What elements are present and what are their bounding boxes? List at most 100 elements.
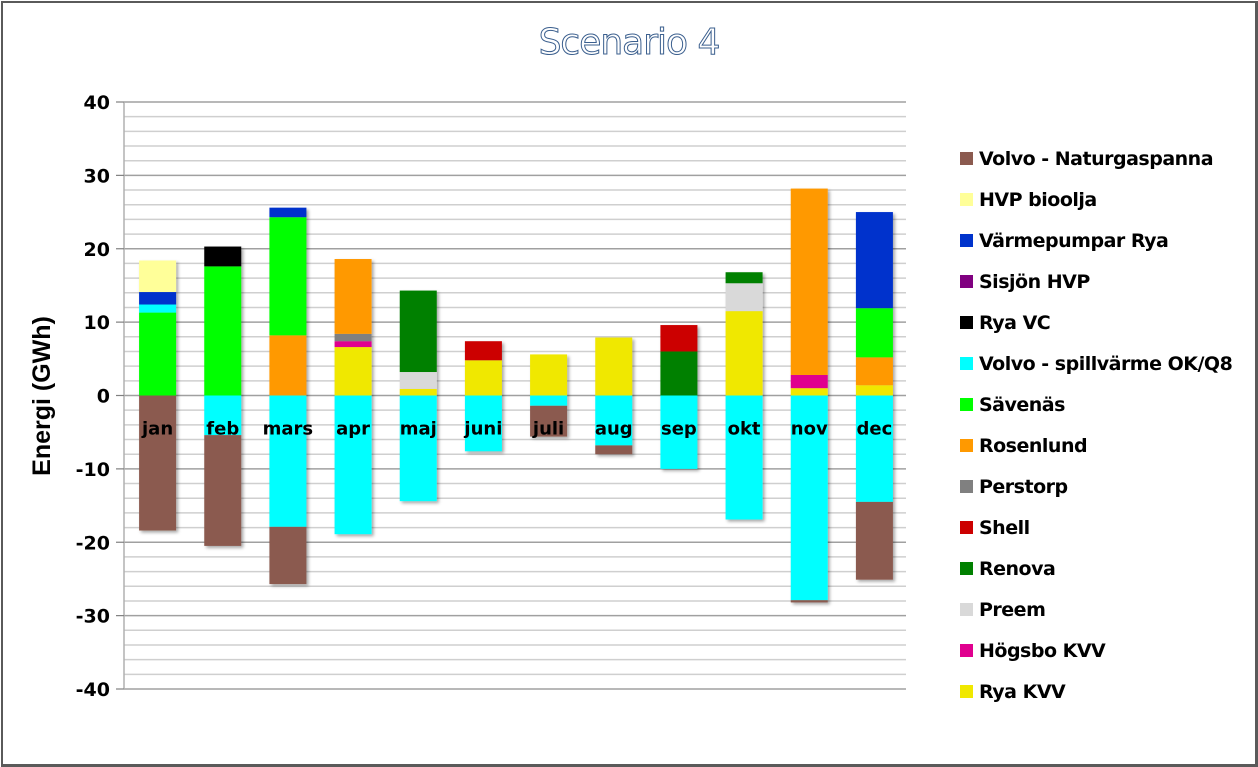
bar-segment bbox=[399, 372, 437, 389]
legend-item: Volvo - spillvärme OK/Q8 bbox=[960, 343, 1233, 384]
y-tick-label: -10 bbox=[76, 459, 110, 481]
x-category-label: sep bbox=[661, 418, 697, 439]
bar-segment bbox=[855, 308, 893, 358]
bar-segment bbox=[139, 312, 177, 396]
bar-group-nov bbox=[790, 188, 828, 603]
bar-segment bbox=[204, 435, 242, 546]
x-category-label: dec bbox=[857, 418, 893, 439]
bar-segment bbox=[595, 445, 633, 455]
legend-label: Rosenlund bbox=[979, 434, 1088, 457]
bar-segment bbox=[139, 395, 177, 531]
legend-label: Högsbo KVV bbox=[979, 639, 1106, 662]
bar-segment bbox=[595, 337, 633, 396]
x-category-label: nov bbox=[791, 418, 828, 439]
legend-item: Rosenlund bbox=[960, 425, 1232, 466]
x-category-label: feb bbox=[206, 418, 239, 439]
legend-swatch bbox=[960, 193, 973, 206]
bar-group-maj bbox=[399, 290, 437, 502]
legend-label: Rya VC bbox=[979, 311, 1051, 334]
legend-label: Renova bbox=[979, 557, 1056, 580]
gridlines bbox=[124, 101, 906, 690]
x-category-label: mars bbox=[263, 418, 314, 439]
legend-swatch bbox=[960, 357, 973, 370]
bar-segment bbox=[790, 374, 828, 389]
legend-item: Högsbo KVV bbox=[960, 630, 1232, 671]
bar-segment bbox=[399, 290, 437, 373]
bar-group-dec bbox=[855, 212, 893, 580]
legend-item: Preem bbox=[960, 589, 1232, 630]
x-category-label: maj bbox=[400, 418, 437, 439]
bar-segment bbox=[334, 259, 372, 334]
legend-item: Shell bbox=[960, 507, 1232, 548]
legend-label: Volvo - Naturgaspanna bbox=[979, 147, 1214, 170]
bar-segment bbox=[530, 354, 568, 396]
legend: Volvo - Naturgaspanna HVP bioolja Värmepum… bbox=[960, 138, 1233, 712]
legend-swatch bbox=[960, 234, 973, 247]
legend-swatch bbox=[960, 316, 973, 329]
x-category-label: aug bbox=[595, 418, 633, 439]
legend-swatch bbox=[960, 521, 973, 534]
bar-segment bbox=[204, 266, 242, 396]
legend-item: Värmepumpar Rya bbox=[960, 220, 1232, 261]
bar-segment bbox=[790, 188, 828, 375]
y-tick-label: -20 bbox=[76, 532, 110, 554]
bar-group-feb bbox=[204, 246, 242, 546]
bar-segment bbox=[790, 600, 828, 603]
legend-swatch bbox=[960, 275, 973, 288]
legend-label: Rya KVV bbox=[979, 680, 1066, 703]
legend-item: Rya KVV bbox=[960, 671, 1232, 712]
bar-segment bbox=[464, 360, 502, 396]
bar-group-mars bbox=[269, 207, 307, 585]
legend-item: Sävenäs bbox=[960, 384, 1232, 425]
bar-segment bbox=[139, 304, 177, 313]
bar-segment bbox=[855, 385, 893, 396]
axes: 40 30 20 10 0 -10 -20 -30 -40 bbox=[76, 92, 125, 701]
bar-segment bbox=[660, 325, 698, 352]
legend-item: Perstorp bbox=[960, 466, 1232, 507]
bar-segment bbox=[725, 283, 763, 312]
legend-swatch bbox=[960, 439, 973, 452]
bar-group-jan bbox=[139, 260, 177, 531]
bar-segment bbox=[790, 388, 828, 396]
bar-segment bbox=[269, 395, 307, 527]
bar-segment bbox=[334, 333, 372, 342]
category-labels: jan feb mars apr maj juni juli aug sep okt nov dec bbox=[141, 418, 892, 439]
bar-segment bbox=[855, 212, 893, 309]
bar-segment bbox=[855, 501, 893, 580]
y-tick-label: -30 bbox=[76, 606, 110, 628]
bar-segment bbox=[855, 357, 893, 386]
legend-swatch bbox=[960, 398, 973, 411]
x-category-label: okt bbox=[728, 418, 761, 439]
y-tick-label: 0 bbox=[97, 386, 110, 408]
legend-label: Sävenäs bbox=[979, 393, 1065, 416]
bar-segment bbox=[464, 341, 502, 361]
bar-segment bbox=[334, 347, 372, 396]
legend-swatch bbox=[960, 644, 973, 657]
bar-segment bbox=[399, 395, 437, 502]
bar-group-sep bbox=[660, 325, 698, 469]
legend-swatch bbox=[960, 152, 973, 165]
legend-swatch bbox=[960, 603, 973, 616]
legend-item: Volvo - Naturgaspanna bbox=[960, 138, 1232, 179]
x-category-label: jan bbox=[141, 418, 173, 439]
legend-swatch bbox=[960, 685, 973, 698]
legend-label: Volvo - spillvärme OK/Q8 bbox=[979, 352, 1233, 375]
legend-label: Sisjön HVP bbox=[979, 270, 1090, 293]
legend-label: Preem bbox=[979, 598, 1046, 621]
bar-group-apr bbox=[334, 259, 372, 535]
bar-segment bbox=[660, 351, 698, 396]
bar-segment bbox=[725, 395, 763, 520]
bar-segment bbox=[399, 388, 437, 396]
x-category-label: juli bbox=[532, 418, 564, 439]
legend-label: Perstorp bbox=[979, 475, 1068, 498]
legend-swatch bbox=[960, 480, 973, 493]
bar-segment bbox=[855, 395, 893, 502]
bar-segment bbox=[269, 335, 307, 396]
y-tick-label: 30 bbox=[84, 165, 110, 187]
legend-label: HVP bioolja bbox=[979, 188, 1097, 211]
bar-segment bbox=[139, 260, 177, 293]
legend-item: Renova bbox=[960, 548, 1232, 589]
y-tick-label: 20 bbox=[84, 239, 110, 261]
legend-label: Värmepumpar Rya bbox=[979, 229, 1169, 252]
legend-label: Shell bbox=[979, 516, 1030, 539]
